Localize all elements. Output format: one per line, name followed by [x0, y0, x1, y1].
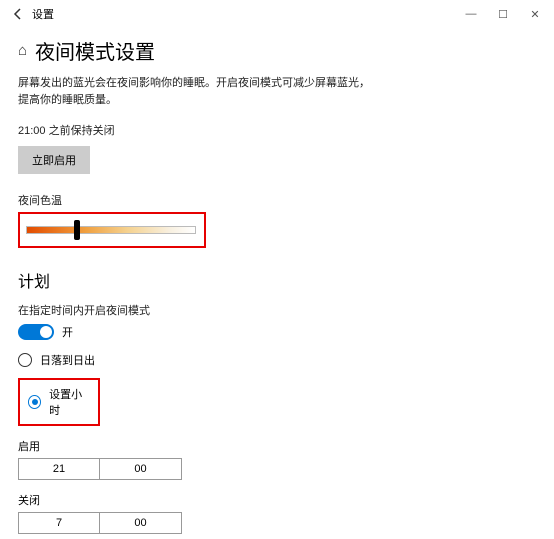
schedule-heading: 计划 [18, 268, 536, 292]
radio-hours-label: 设置小时 [49, 386, 90, 418]
enable-now-button[interactable]: 立即启用 [18, 146, 90, 174]
desc-line-1: 屏幕发出的蓝光会在夜间影响你的睡眠。开启夜间模式可减少屏幕蓝光， [18, 77, 370, 89]
on-time-row: 21 00 [18, 458, 536, 480]
page-title: 夜间模式设置 [35, 36, 155, 65]
close-button[interactable]: ✕ [528, 8, 542, 21]
radio-hours-highlight: 设置小时 [18, 378, 100, 426]
radio-sunset[interactable] [18, 353, 32, 367]
color-temp-highlight [18, 212, 206, 248]
slider-track [26, 226, 196, 234]
slider-thumb[interactable] [74, 220, 80, 240]
window-controls: — ☐ ✕ [464, 8, 548, 21]
window-title: 设置 [32, 6, 54, 22]
description: 屏幕发出的蓝光会在夜间影响你的睡眠。开启夜间模式可减少屏幕蓝光， 提高你的睡眠质… [18, 75, 536, 108]
on-min-field[interactable]: 00 [100, 458, 182, 480]
off-time-label: 关闭 [18, 492, 536, 508]
content-area: ⌂ 夜间模式设置 屏幕发出的蓝光会在夜间影响你的睡眠。开启夜间模式可减少屏幕蓝光… [0, 28, 554, 534]
minimize-button[interactable]: — [464, 8, 478, 21]
off-hour-field[interactable]: 7 [18, 512, 100, 534]
schedule-toggle[interactable] [18, 324, 54, 340]
schedule-toggle-label: 在指定时间内开启夜间模式 [18, 302, 536, 318]
schedule-toggle-row: 开 [18, 324, 536, 340]
color-temp-label: 夜间色温 [18, 192, 536, 208]
off-time-row: 7 00 [18, 512, 536, 534]
off-min-field[interactable]: 00 [100, 512, 182, 534]
desc-line-2: 提高你的睡眠质量。 [18, 94, 117, 106]
page-header: ⌂ 夜间模式设置 [18, 36, 536, 65]
maximize-button[interactable]: ☐ [496, 8, 510, 21]
color-temp-slider[interactable] [26, 222, 196, 238]
radio-hours[interactable] [28, 395, 41, 409]
toggle-knob [40, 326, 52, 338]
toggle-state-label: 开 [62, 324, 73, 340]
on-time-label: 启用 [18, 438, 536, 454]
radio-sunset-row[interactable]: 日落到日出 [18, 352, 536, 368]
status-text: 21:00 之前保持关闭 [18, 122, 536, 138]
home-icon[interactable]: ⌂ [18, 42, 27, 59]
on-hour-field[interactable]: 21 [18, 458, 100, 480]
titlebar: 设置 — ☐ ✕ [0, 0, 554, 28]
back-button[interactable] [6, 2, 30, 26]
radio-sunset-label: 日落到日出 [40, 352, 95, 368]
